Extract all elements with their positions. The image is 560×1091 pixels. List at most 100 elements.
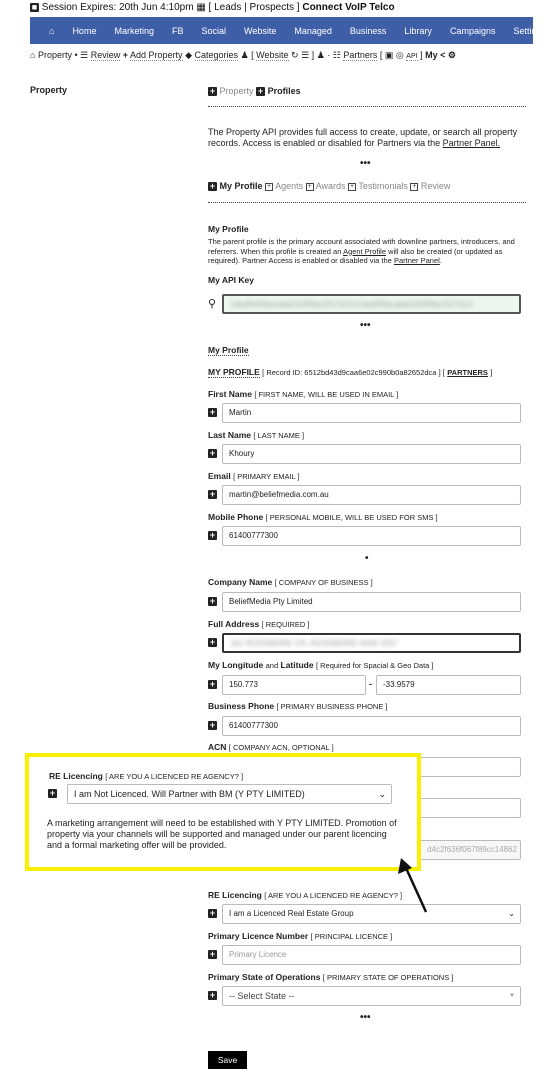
geo-label: My Longitude and Latitude [ Required for…	[208, 660, 434, 670]
company-input[interactable]: BeliefMedia Pty Limited	[222, 592, 521, 612]
subnav-categories[interactable]: Categories	[194, 50, 239, 61]
partner-panel-link[interactable]: Partner Panel	[394, 256, 440, 265]
rss-icon[interactable]: ▣	[385, 50, 394, 60]
plus-square-icon[interactable]: +	[208, 950, 217, 959]
nav-marketing[interactable]: Marketing	[105, 26, 163, 36]
session-bar: ■ Session Expires: 20th Jun 4:10pm ▦ [ L…	[30, 1, 395, 13]
plus-square-icon: +	[208, 181, 217, 192]
licence-input[interactable]: Primary Licence	[222, 945, 521, 965]
mobile-input[interactable]: 61400777300	[222, 526, 521, 546]
agent-profile-link[interactable]: Agent Profile	[343, 247, 386, 256]
profile-description: The parent profile is the primary accoun…	[208, 237, 515, 265]
nav-campaigns[interactable]: Campaigns	[441, 26, 505, 36]
plus-square-icon[interactable]: +	[208, 531, 217, 540]
acn-label: ACN [ COMPANY ACN, OPTIONAL ]	[208, 742, 334, 752]
subnav-add-property[interactable]: Add Property	[130, 50, 183, 61]
subtab-awards[interactable]: Awards	[316, 181, 346, 191]
refresh-icon[interactable]: ↻	[291, 50, 299, 60]
my-profile-heading: My Profile	[208, 224, 249, 234]
subtab-agents[interactable]: Agents	[275, 181, 303, 191]
subnav-website[interactable]: Website	[256, 50, 289, 61]
connect-link[interactable]: Connect	[302, 2, 342, 13]
plus-square-icon[interactable]: +	[48, 789, 57, 798]
sitemap-icon: ☷	[332, 50, 341, 60]
nav-business[interactable]: Business	[341, 26, 396, 36]
sidebar-title: Property	[30, 85, 68, 95]
plus-square-icon: +	[348, 182, 356, 191]
subtab-my-profile[interactable]: My Profile	[220, 181, 263, 191]
section-heading: My Profile	[208, 345, 249, 356]
plus-square-icon[interactable]: +	[208, 991, 217, 1000]
latitude-input[interactable]: -33.9579	[376, 675, 521, 695]
plus-square-icon: +	[256, 86, 266, 97]
prospects-link[interactable]: Prospects	[250, 2, 294, 13]
record-line: MY PROFILE [ Record ID: 6512bd43d9caa6e0…	[208, 367, 493, 378]
partner-panel-link[interactable]: Partner Panel.	[443, 138, 501, 148]
subnav-partners[interactable]: Partners	[343, 50, 378, 61]
nav-settings[interactable]: Settings	[504, 26, 555, 36]
plus-square-icon[interactable]: +	[208, 449, 217, 458]
save-button[interactable]: Save	[208, 1051, 247, 1069]
nav-home[interactable]: Home	[63, 26, 105, 36]
divider	[208, 202, 526, 203]
subtab-review[interactable]: Review	[421, 181, 451, 191]
tab-profiles[interactable]: Profiles	[268, 86, 301, 96]
share-icon[interactable]: <	[440, 50, 445, 60]
address-label: Full Address [ REQUIRED ]	[208, 619, 310, 629]
last-name-label: Last Name [ LAST NAME ]	[208, 430, 305, 440]
sub-nav: ⌂ Property • ☰ Review + Add Property ◆ C…	[30, 50, 456, 61]
home-icon[interactable]: ⌂	[40, 26, 63, 36]
nav-fb[interactable]: FB	[163, 26, 193, 36]
plus-square-icon[interactable]: +	[208, 490, 217, 499]
licencing-select[interactable]: I am a Licenced Real Estate Group ⌄	[222, 904, 521, 924]
divider	[208, 106, 526, 107]
gear-icon[interactable]: ⚙	[448, 50, 456, 60]
tab-property[interactable]: Property	[220, 86, 254, 96]
nav-managed[interactable]: Managed	[285, 26, 341, 36]
business-phone-input[interactable]: 61400777300	[222, 716, 521, 736]
session-icon: ■	[30, 1, 39, 12]
company-label: Company Name [ COMPANY OF BUSINESS ]	[208, 577, 373, 587]
address-input[interactable]: 161 ROSSMORE CR, ROSSMORE NSW 2557	[222, 633, 521, 653]
profile-subtabs: + My Profile + Agents + Awards + Testimo…	[208, 181, 451, 192]
partners-link[interactable]: PARTNERS	[447, 368, 488, 377]
callout-licencing-select[interactable]: I am Not Licenced. Will Partner with BM …	[67, 784, 392, 804]
mobile-label: Mobile Phone [ PERSONAL MOBILE, WILL BE …	[208, 512, 438, 522]
nav-social[interactable]: Social	[192, 26, 235, 36]
voip-link[interactable]: VoIP Telco	[345, 2, 394, 13]
globe-icon[interactable]: ◎	[396, 50, 404, 60]
plus-square-icon[interactable]: +	[208, 638, 217, 647]
subnav-property[interactable]: Property	[38, 50, 72, 60]
nav-library[interactable]: Library	[395, 26, 441, 36]
leads-link[interactable]: Leads	[214, 2, 241, 13]
longitude-input[interactable]: 150.773	[222, 675, 366, 695]
plus-square-icon[interactable]: +	[208, 909, 217, 918]
plus-square-icon[interactable]: +	[208, 408, 217, 417]
caret-down-icon: ▼	[509, 993, 515, 999]
first-name-label: First Name [ FIRST NAME, WILL BE USED IN…	[208, 389, 399, 399]
first-name-input[interactable]: Martin	[222, 403, 521, 423]
email-label: Email [ PRIMARY EMAIL ]	[208, 471, 300, 481]
separator-dot: •	[365, 553, 369, 564]
chevron-down-icon: ⌄	[378, 789, 386, 799]
subtab-testimonials[interactable]: Testimonials	[358, 181, 408, 191]
callout-box: RE Licencing [ ARE YOU A LICENCED RE AGE…	[25, 753, 421, 871]
calendar-icon: ▦	[196, 2, 206, 13]
plus-square-icon[interactable]: +	[208, 680, 217, 689]
plus-icon: +	[122, 50, 129, 60]
list-icon[interactable]: ☰	[301, 50, 309, 60]
licencing-label: RE Licencing [ ARE YOU A LICENCED RE AGE…	[208, 890, 403, 900]
state-select[interactable]: -- Select State -- ▼	[222, 986, 521, 1006]
subnav-review[interactable]: Review	[90, 50, 121, 61]
users-icon[interactable]: ♟	[317, 50, 325, 60]
last-name-input[interactable]: Khoury	[222, 444, 521, 464]
api-key-label: My API Key	[208, 275, 254, 285]
plus-square-icon[interactable]: +	[208, 597, 217, 606]
plus-square-icon[interactable]: +	[208, 721, 217, 730]
subnav-api[interactable]: API	[406, 53, 418, 61]
email-input[interactable]: martin@beliefmedia.com.au	[222, 485, 521, 505]
home-icon: ⌂	[30, 50, 36, 60]
nav-website[interactable]: Website	[235, 26, 285, 36]
subnav-my[interactable]: My	[425, 50, 438, 60]
api-key-field[interactable]: 1dedf0405bcaba0100f0bc2017e12c1ded0f0bca…	[222, 294, 521, 314]
